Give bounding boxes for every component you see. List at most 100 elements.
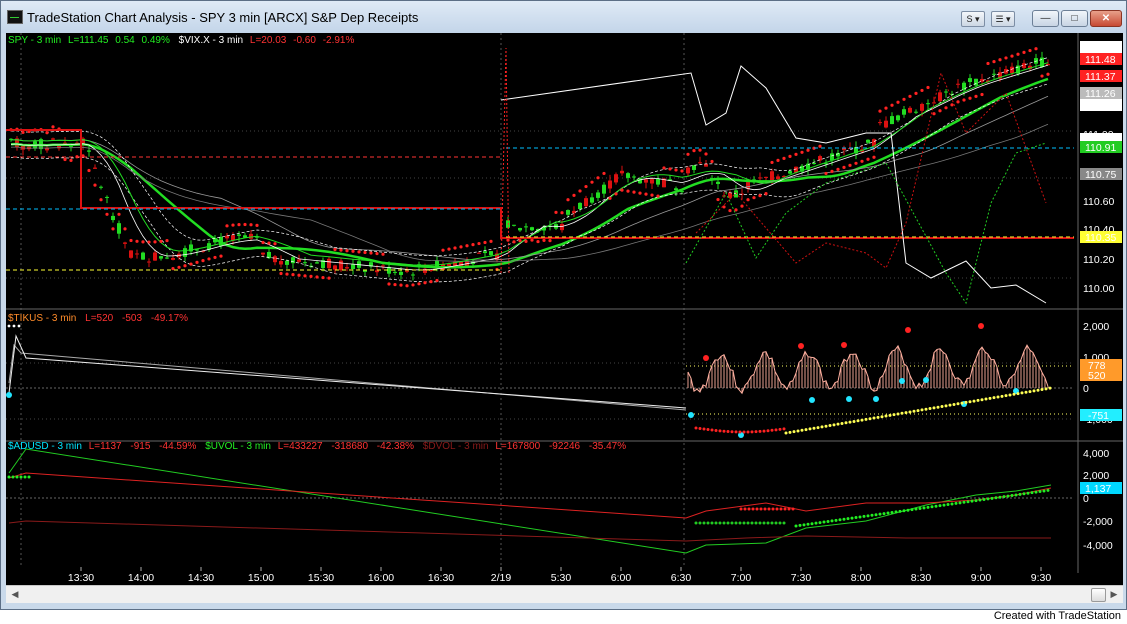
price-value-tag: 111.56 [1080, 41, 1122, 54]
red-step-level [6, 129, 1074, 239]
price-candle [111, 215, 115, 221]
tikus-low-dot [923, 377, 929, 383]
price-candle [566, 210, 570, 215]
price-candle [171, 257, 175, 260]
symbol-dropdown-button[interactable]: S ▾ [961, 11, 985, 27]
tikus-low-dot [688, 412, 694, 418]
horizontal-scrollbar[interactable]: ◀ ▶ [6, 585, 1123, 603]
price-candle [818, 156, 822, 161]
spy-change-label: 0.54 [115, 35, 135, 46]
dvol-symbol-label: $DVOL - 3 min [423, 441, 489, 452]
price-value-tag: 110.91 [1080, 141, 1122, 154]
tikus-low-dot [899, 378, 905, 384]
time-axis-label: 13:30 [68, 572, 94, 584]
maximize-button[interactable]: □ [1061, 10, 1088, 27]
price-value-tag: 110.75 [1080, 168, 1122, 181]
tikus-white-line [8, 334, 687, 409]
tikus-low-dot [6, 392, 12, 398]
uvol-change-label: -318680 [331, 441, 368, 452]
tikus-high-dot [905, 327, 911, 333]
price-candle [932, 102, 936, 104]
price-candle [788, 171, 792, 174]
chart-area[interactable]: SPY - 3 min L=111.45 0.54 0.49% $VIX.X -… [6, 33, 1123, 588]
band-upper [10, 57, 1049, 256]
price-value-tag: 111.48 [1080, 53, 1122, 66]
tikus-low-dot [873, 396, 879, 402]
svg-text:111.48: 111.48 [1085, 54, 1116, 66]
spy-last-label: L=111.45 [68, 35, 109, 46]
vix-change-label: -0.60 [293, 35, 316, 46]
time-axis-label: 8:00 [851, 572, 872, 584]
price-candle [620, 170, 624, 174]
svg-text:111.37: 111.37 [1085, 71, 1116, 83]
title-bar[interactable]: TradeStation Chart Analysis - SPY 3 min … [1, 1, 1126, 33]
price-value-tag: 110.35 [1080, 231, 1122, 244]
svg-text:110.75: 110.75 [1085, 169, 1116, 181]
breadth-axis-tick-label: 2,000 [1083, 470, 1109, 482]
tikus-high-dot [841, 342, 847, 348]
price-candle [315, 262, 319, 264]
dvol-change-label: -92246 [549, 441, 581, 452]
price-candle [626, 173, 630, 178]
price-candle [411, 274, 415, 276]
price-candle [93, 167, 97, 169]
price-candle [920, 103, 924, 111]
breadth-axis-tick-label: -4,000 [1083, 540, 1113, 552]
price-candle [728, 192, 732, 198]
price-candle [908, 107, 912, 113]
price-candle [351, 264, 355, 270]
price-candle [650, 179, 654, 184]
price-candle [692, 165, 696, 170]
price-candle [303, 262, 307, 264]
time-axis-label: 14:30 [188, 572, 214, 584]
vix-pct-label: -2.91% [323, 35, 355, 46]
price-candle [746, 182, 750, 189]
price-candle [339, 260, 343, 271]
price-candle [698, 162, 702, 164]
ma-green-thin [10, 62, 1049, 266]
price-candle [237, 234, 241, 236]
breadth-series [6, 448, 1074, 554]
minimize-button[interactable]: — [1032, 10, 1059, 27]
scroll-left-arrow-icon[interactable]: ◀ [8, 588, 22, 600]
price-candle [608, 180, 612, 189]
tradestation-app-icon [7, 10, 23, 24]
price-candle [477, 252, 481, 254]
price-candle [524, 226, 528, 228]
time-axis-label: 7:00 [731, 572, 752, 584]
price-candle [147, 261, 151, 263]
price-candle [183, 248, 187, 257]
price-candle [812, 162, 816, 164]
price-candle [518, 228, 522, 231]
price-candle [123, 242, 127, 244]
price-candle [530, 227, 534, 231]
price-candle [632, 176, 636, 178]
time-axis-label: 16:00 [368, 572, 394, 584]
price-candle [363, 270, 367, 272]
price-candle [878, 122, 882, 124]
spy-pct-label: 0.49% [142, 35, 170, 46]
price-candle [1010, 66, 1014, 74]
price-candle [716, 181, 720, 184]
svg-text:$TIKUS - 3 min L=520: $TIKUS - 3 min L=520 -503 -49.17% [8, 313, 188, 324]
close-button[interactable]: ✕ [1090, 10, 1122, 27]
scroll-right-arrow-icon[interactable]: ▶ [1107, 588, 1121, 600]
price-candle [225, 235, 229, 239]
price-candle [141, 252, 145, 260]
list-dropdown-button[interactable]: ☰ ▾ [991, 11, 1015, 27]
price-candle [51, 138, 55, 140]
price-candle [758, 177, 762, 179]
time-axis-label: 2/19 [491, 572, 512, 584]
price-candle [776, 176, 780, 180]
svg-text:-751: -751 [1088, 410, 1109, 422]
uvol-symbol-label: $UVOL - 3 min [205, 441, 271, 452]
price-candle [884, 120, 888, 128]
uvol-pct-label: -42.38% [377, 441, 414, 452]
tikus-low-dot [846, 396, 852, 402]
price-candle [447, 263, 451, 266]
spy-symbol-label: SPY - 3 min [8, 35, 61, 46]
svg-text:520: 520 [1088, 370, 1106, 382]
price-candle [381, 265, 385, 267]
scroll-thumb[interactable] [1091, 588, 1106, 602]
tikus-axis-tick-label: 0 [1083, 383, 1089, 395]
